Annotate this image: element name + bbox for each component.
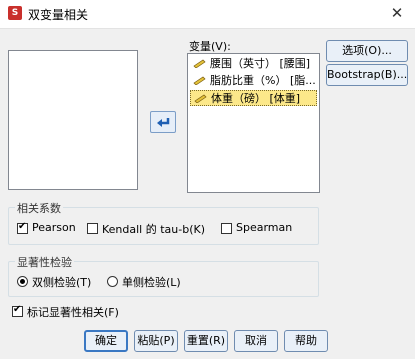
correlation-coefficients-group: 相关系数 Pearson Kendall 的 tau-b(K) Spearman [8,200,319,245]
significance-test-group: 显著性检验 双侧检验(T) 单侧检验(L) [8,254,319,297]
variable-item-fat[interactable]: 脂肪比重（%） [脂... [190,73,317,89]
flag-significant-checkbox[interactable] [12,304,23,317]
spearman-checkbox[interactable] [221,223,232,234]
source-variable-list[interactable] [8,50,138,190]
pearson-label: Pearson [32,221,76,234]
variable-item-label: 脂肪比重（%） [脂... [210,74,316,87]
pearson-checkbox[interactable] [17,221,28,234]
help-button[interactable]: 帮助 [284,330,328,352]
one-tailed-radio[interactable] [107,276,118,287]
window-title: 双变量相关 [28,8,89,22]
one-tailed-label: 单侧检验(L) [122,276,181,289]
kendall-label: Kendall 的 tau-b(K) [102,223,206,236]
group-legend: 相关系数 [15,200,63,216]
paste-button[interactable]: 粘贴(P) [134,330,178,352]
close-button[interactable]: ✕ [387,3,407,23]
two-tailed-radio[interactable] [17,276,28,287]
ruler-icon [193,76,206,85]
spearman-label: Spearman [236,221,293,234]
arrow-left-icon [157,118,170,127]
options-button[interactable]: 选项(O)... [326,40,408,62]
variable-item-label: 体重（磅） [体重] [211,92,301,105]
variable-item-waist[interactable]: 腰围（英寸） [腰围] [190,56,317,72]
ruler-icon [193,59,206,68]
kendall-checkbox[interactable] [87,223,98,234]
spss-app-icon: S [8,6,22,20]
two-tailed-label: 双侧检验(T) [32,276,92,289]
bootstrap-button[interactable]: Bootstrap(B)... [326,64,408,86]
group-legend: 显著性检验 [15,254,74,270]
variable-item-weight[interactable]: 体重（磅） [体重] [190,90,317,106]
flag-significant-label: 标记显著性相关(F) [27,306,119,319]
variables-list[interactable]: 腰围（英寸） [腰围] 脂肪比重（%） [脂... 体重（磅） [体重] [187,53,320,193]
title-bar: S 双变量相关 ✕ [0,0,415,29]
reset-button[interactable]: 重置(R) [184,330,228,352]
ruler-icon [194,94,207,103]
variable-item-label: 腰围（英寸） [腰围] [210,57,311,70]
ok-button[interactable]: 确定 [84,330,128,352]
cancel-button[interactable]: 取消 [234,330,278,352]
move-variable-button[interactable] [150,111,176,133]
variables-label: 变量(V): [189,40,231,53]
